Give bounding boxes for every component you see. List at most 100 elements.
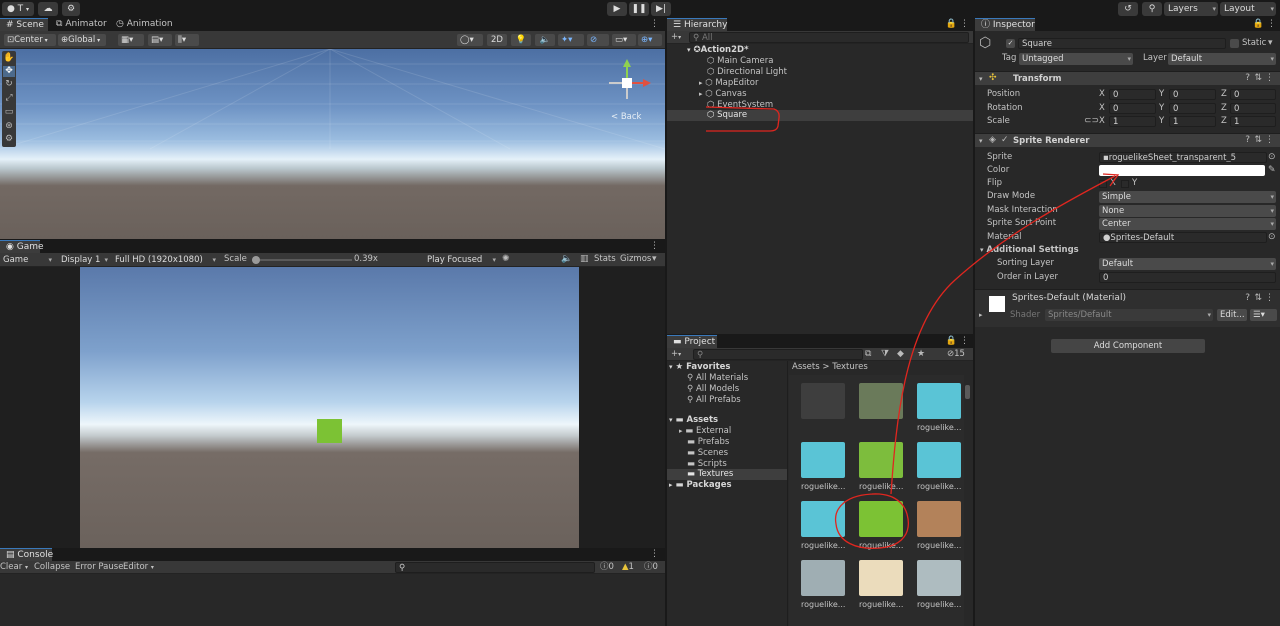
rotation-z-field[interactable]: 0 [1230,103,1276,114]
active-checkbox[interactable]: ✓ [1006,39,1015,48]
packages-section[interactable]: ▸ ▬ Packages [669,480,732,491]
asset-grid-scrollbar[interactable] [965,385,970,399]
more-options-icon[interactable]: ⋮ [1265,73,1274,84]
tab-animator[interactable]: ⧉ Animator [50,18,108,31]
sprite-renderer-header[interactable]: ▾ ◈ ✓ Sprite Renderer ? ⇅ ⋮ [975,133,1280,147]
draw-mode-dropdown[interactable]: Simple ▾ [1099,191,1276,203]
lock-icon[interactable]: 🔒 [1253,19,1264,30]
rect-tool-icon[interactable]: ▭ [3,107,15,118]
texture-thumbnail[interactable] [917,442,961,478]
order-in-layer-field[interactable]: 0 [1099,272,1276,283]
favorite-all-prefabs[interactable]: ⚲ All Prefabs [687,395,741,406]
texture-thumbnail[interactable] [859,383,903,419]
custom-tool-icon[interactable]: ⚙ [3,134,15,145]
stats-button[interactable]: Stats [594,254,616,265]
layout-dropdown[interactable]: Layout ▾ [1220,2,1276,16]
scene-root[interactable]: ▾ ✪Action2D* [687,45,749,56]
rotation-y-field[interactable]: 0 [1169,103,1216,114]
audio-toggle[interactable]: 🔈 [535,34,555,46]
lock-icon[interactable]: 🔒 [946,336,957,347]
preset-icon[interactable]: ⇅ [1254,73,1262,84]
add-component-button[interactable]: Add Component [1051,339,1205,353]
speaker-mute-icon[interactable]: 🔈 [561,254,572,265]
tab-inspector[interactable]: ⓘ Inspector [975,18,1035,31]
message-count[interactable]: ⓘ0 [600,562,614,573]
favorite-all-materials[interactable]: ⚲ All Materials [687,373,748,384]
mode-2d-toggle[interactable]: 2D [487,34,507,46]
tab-game[interactable]: ◉ Game [0,240,44,253]
sprite-field[interactable]: ▪roguelikeSheet_transparent_5 [1099,152,1267,163]
additional-settings-foldout[interactable]: ▾ Additional Settings [980,245,1079,256]
tab-hierarchy[interactable]: ☰ Hierarchy [667,18,727,31]
tab-project[interactable]: ▬ Project [667,335,717,348]
color-swatch[interactable] [1099,165,1265,176]
draw-mode-button[interactable]: ◯▾ [457,34,483,46]
scale-slider-thumb[interactable] [252,256,260,264]
pivot-dropdown[interactable]: ⊡Center ▾ [4,34,56,46]
hierarchy-item-main-camera[interactable]: ⬡ Main Camera [707,56,773,67]
folder-textures[interactable]: ▬ Textures [687,469,733,480]
link-icon[interactable]: ⊂⊃ [1084,116,1099,127]
more-options-icon[interactable]: ⋮ [650,241,659,252]
display-dropdown[interactable]: Display 1 ▾ [58,254,110,266]
tab-scene[interactable]: # Scene [0,18,48,31]
pause-button[interactable]: ❚❚ [629,2,649,16]
assets-section[interactable]: ▾ ▬ Assets [669,415,718,426]
folder-scenes[interactable]: ▬ Scenes [687,448,728,459]
folder-external[interactable]: ▸ ▬ External [679,426,731,437]
orientation-gizmo[interactable] [605,57,653,105]
enabled-checkbox-icon[interactable]: ✓ [1001,135,1009,146]
project-search-input[interactable]: ⚲ [693,349,863,360]
rotation-x-field[interactable]: 0 [1109,103,1156,114]
texture-thumbnail[interactable] [917,560,961,596]
texture-thumbnail[interactable] [859,560,903,596]
history-button[interactable]: ↺ [1118,2,1138,16]
camera-button[interactable]: ▭▾ [612,34,636,46]
breadcrumb-current[interactable]: Textures [832,362,868,372]
tag-dropdown[interactable]: Untagged ▾ [1019,53,1133,65]
sprite-sort-point-dropdown[interactable]: Center ▾ [1099,218,1276,230]
help-icon[interactable]: ? [1245,135,1250,146]
shader-edit-button[interactable]: Edit... [1217,309,1247,321]
expand-arrow-icon[interactable]: ▸ [979,310,983,321]
gizmos-button[interactable]: ⊕▾ [638,34,662,46]
static-checkbox[interactable] [1230,39,1239,48]
mask-interaction-dropdown[interactable]: None ▾ [1099,205,1276,217]
lighting-toggle[interactable]: 💡 [511,34,531,46]
preset-icon[interactable]: ⇅ [1254,135,1262,146]
warning-count[interactable]: ▲1 [622,562,634,573]
position-z-field[interactable]: 0 [1230,89,1276,100]
object-picker-icon[interactable]: ⊙ [1268,232,1276,243]
hierarchy-item-directional-light[interactable]: ⬡ Directional Light [707,67,787,78]
shader-dropdown[interactable]: Sprites/Default ▾ [1045,309,1213,321]
more-options-icon[interactable]: ⋮ [1265,135,1274,146]
breadcrumb-root[interactable]: Assets [792,362,820,372]
more-options-icon[interactable]: ⋮ [1267,19,1276,30]
tab-animation[interactable]: ◷ Animation [110,18,173,31]
search-by-type-icon[interactable]: ⧉ [865,349,871,360]
label-icon[interactable]: ◆ [897,349,904,360]
error-count[interactable]: ⓘ0 [644,562,658,573]
favorite-all-models[interactable]: ⚲ All Models [687,384,739,395]
resolution-dropdown[interactable]: Full HD (1920x1080) ▾ [112,254,218,266]
step-button[interactable]: ▶| [651,2,671,16]
scale-tool-icon[interactable]: ⤢ [3,93,15,104]
object-picker-icon[interactable]: ⊙ [1268,152,1276,163]
grid-snap-button[interactable]: ▦▾ [118,34,144,46]
hierarchy-search-input[interactable]: ⚲ All [689,32,969,43]
increment-snap-button[interactable]: ⫼▾ [175,34,199,46]
position-y-field[interactable]: 0 [1169,89,1216,100]
texture-thumbnail[interactable] [917,501,961,537]
move-tool-icon[interactable]: ✥ [3,66,15,77]
error-pause-button[interactable]: Error Pause [75,562,123,573]
more-options-icon[interactable]: ⋮ [960,19,969,30]
scale-z-field[interactable]: 1 [1230,116,1276,127]
hidden-packages-toggle[interactable]: ⊘15 [947,349,965,360]
chevron-down-icon[interactable]: ▾ [652,254,657,265]
texture-thumbnail[interactable] [917,383,961,419]
collapse-button[interactable]: Collapse [34,562,70,573]
help-icon[interactable]: ? [1245,293,1250,304]
object-name-field[interactable]: Square [1018,38,1226,49]
space-dropdown[interactable]: ⊕Global ▾ [58,34,106,46]
add-object-button[interactable]: +▾ [671,32,681,43]
